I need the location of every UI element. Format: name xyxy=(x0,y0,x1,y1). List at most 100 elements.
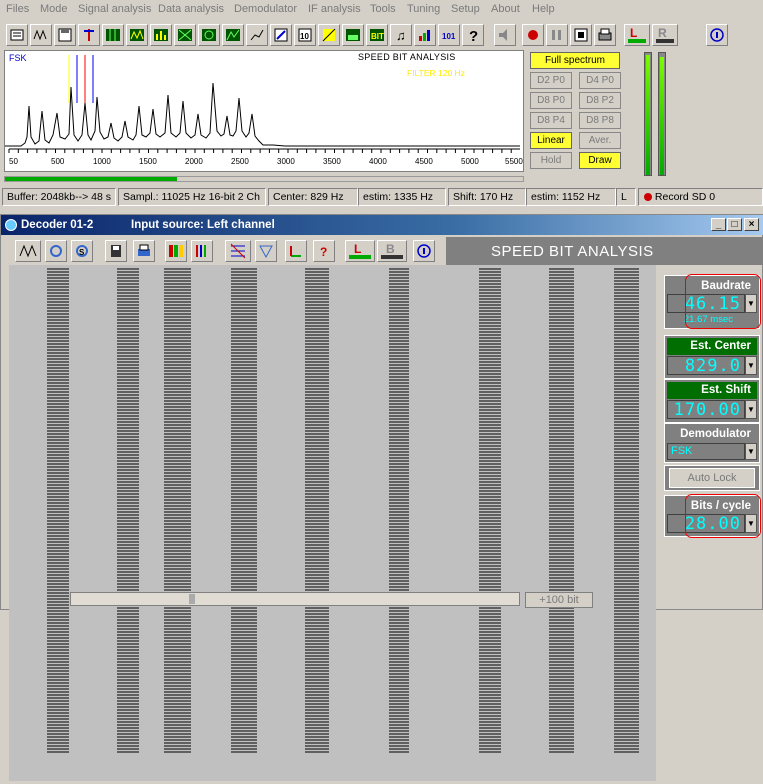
save-icon[interactable] xyxy=(54,24,76,46)
fft-icon[interactable]: 101 xyxy=(438,24,460,46)
d8p2-button[interactable]: D8 P2 xyxy=(579,92,621,109)
spectrum-tick-label: 1500 xyxy=(139,157,157,166)
bars-icon[interactable] xyxy=(150,24,172,46)
spectrum-tick-label: 1000 xyxy=(93,157,111,166)
svg-text:♫: ♫ xyxy=(396,28,406,43)
bits-cycle-panel: Bits / cycle 28.00 ▼ xyxy=(664,494,761,538)
bit-grid-icon[interactable] xyxy=(225,240,251,262)
edit-icon[interactable] xyxy=(270,24,292,46)
spectrum-tick-label: 4000 xyxy=(369,157,387,166)
question-icon[interactable]: ? xyxy=(313,240,335,262)
right-channel-icon[interactable]: R xyxy=(652,24,678,46)
spectrum-tick-label: 3000 xyxy=(277,157,295,166)
left-input-icon[interactable]: L xyxy=(345,240,375,262)
decoder-window: Decoder 01-2 Input source: Left channel … xyxy=(0,214,763,781)
scroll-thumb[interactable] xyxy=(189,594,195,604)
constellation-icon[interactable] xyxy=(198,24,220,46)
horizontal-scrollbar[interactable] xyxy=(70,592,520,606)
menu-mode[interactable]: Mode xyxy=(40,3,68,15)
status-sampl: Sampl.: 11025 Hz 16-bit 2 Ch xyxy=(118,188,266,206)
marker-icon[interactable] xyxy=(78,24,100,46)
d4p0-button[interactable]: D4 P0 xyxy=(579,72,621,89)
spectrum-display[interactable]: FSK SPEED BIT ANALYSIS FILTER 120 Hz 50 5… xyxy=(4,50,524,172)
aver-button[interactable]: Aver. xyxy=(579,132,621,149)
record-icon[interactable] xyxy=(522,24,544,46)
auto-lock-panel: Auto Lock xyxy=(664,465,760,491)
est-shift-value[interactable]: 170.00 xyxy=(667,400,745,420)
stop-icon[interactable] xyxy=(570,24,592,46)
pause-icon[interactable] xyxy=(546,24,568,46)
printer-icon[interactable] xyxy=(133,240,155,262)
menu-setup[interactable]: Setup xyxy=(451,3,480,15)
right-input-icon[interactable]: B xyxy=(377,240,407,262)
cross-icon[interactable] xyxy=(174,24,196,46)
decoder-info-icon[interactable] xyxy=(413,240,435,262)
est-shift-label: Est. Shift xyxy=(667,382,757,399)
est-shift-panel: Est. Shift 170.00 ▼ xyxy=(664,379,760,423)
d8p8-button[interactable]: D8 P8 xyxy=(579,112,621,129)
refresh-icon[interactable] xyxy=(45,240,67,262)
histogram-icon[interactable] xyxy=(222,24,244,46)
menu-bar: Files Mode Signal analysis Data analysis… xyxy=(0,0,763,19)
color-bars-icon[interactable] xyxy=(414,24,436,46)
menu-tools[interactable]: Tools xyxy=(370,3,396,15)
svg-text:101: 101 xyxy=(442,32,456,41)
decoder-titlebar[interactable]: Decoder 01-2 Input source: Left channel … xyxy=(1,215,763,235)
est-center-value[interactable]: 829.0 xyxy=(667,356,745,376)
music-icon[interactable]: ♫ xyxy=(390,24,412,46)
maximize-button[interactable]: □ xyxy=(727,218,742,231)
pattern-icon[interactable] xyxy=(318,24,340,46)
menu-demodulator[interactable]: Demodulator xyxy=(234,3,297,15)
menu-if-analysis[interactable]: IF analysis xyxy=(308,3,361,15)
menu-about[interactable]: About xyxy=(491,3,520,15)
spectrum-title: SPEED BIT ANALYSIS xyxy=(358,52,456,62)
buffer-progress xyxy=(4,176,524,182)
menu-tuning[interactable]: Tuning xyxy=(407,3,440,15)
plus-100-bit-button[interactable]: +100 bit xyxy=(525,592,593,608)
demodulator-select[interactable]: FSK xyxy=(667,443,745,460)
record-indicator-icon xyxy=(644,193,652,201)
sync-icon[interactable]: S xyxy=(71,240,93,262)
d8p4-button[interactable]: D8 P4 xyxy=(530,112,572,129)
menu-signal-analysis[interactable]: Signal analysis xyxy=(78,3,151,15)
spectrum-icon[interactable] xyxy=(126,24,148,46)
audio-icon[interactable] xyxy=(494,24,516,46)
level-icon[interactable] xyxy=(342,24,364,46)
sd-label: SD 0 xyxy=(691,191,716,203)
scatter-icon[interactable] xyxy=(246,24,268,46)
print-icon[interactable] xyxy=(594,24,616,46)
menu-files[interactable]: Files xyxy=(6,3,29,15)
full-spectrum-button[interactable]: Full spectrum xyxy=(530,52,620,69)
fan-icon[interactable] xyxy=(255,240,277,262)
est-shift-dropdown-icon[interactable]: ▼ xyxy=(745,400,757,419)
help-icon[interactable]: ? xyxy=(462,24,484,46)
menu-data-analysis[interactable]: Data analysis xyxy=(158,3,224,15)
svg-text:?: ? xyxy=(320,245,327,259)
d2p0-button[interactable]: D2 P0 xyxy=(530,72,572,89)
open-icon[interactable] xyxy=(6,24,28,46)
colorbar-icon[interactable] xyxy=(165,240,187,262)
est-center-dropdown-icon[interactable]: ▼ xyxy=(745,356,757,375)
stripes-icon[interactable] xyxy=(191,240,213,262)
demodulator-dropdown-icon[interactable]: ▼ xyxy=(745,443,757,460)
axes-icon[interactable] xyxy=(285,240,307,262)
bit-analysis-icon[interactable]: BIT xyxy=(366,24,388,46)
save-decode-icon[interactable] xyxy=(105,240,127,262)
info-icon[interactable] xyxy=(706,24,728,46)
hold-button[interactable]: Hold xyxy=(530,152,572,169)
waterfall-icon[interactable] xyxy=(15,240,41,262)
auto-lock-button[interactable]: Auto Lock xyxy=(669,468,755,488)
bits-icon[interactable]: 10 xyxy=(294,24,316,46)
svg-text:?: ? xyxy=(469,28,478,43)
minimize-button[interactable]: _ xyxy=(711,218,726,231)
draw-button[interactable]: Draw xyxy=(579,152,621,169)
close-button[interactable]: × xyxy=(744,218,759,231)
spectrum-tick-label: 2500 xyxy=(231,157,249,166)
bit-pattern-display[interactable] xyxy=(9,265,656,781)
linear-button[interactable]: Linear xyxy=(530,132,572,149)
d8p0-button[interactable]: D8 P0 xyxy=(530,92,572,109)
left-channel-icon[interactable]: L xyxy=(624,24,650,46)
grid-icon[interactable] xyxy=(102,24,124,46)
menu-help[interactable]: Help xyxy=(532,3,555,15)
waveform-icon[interactable] xyxy=(30,24,52,46)
